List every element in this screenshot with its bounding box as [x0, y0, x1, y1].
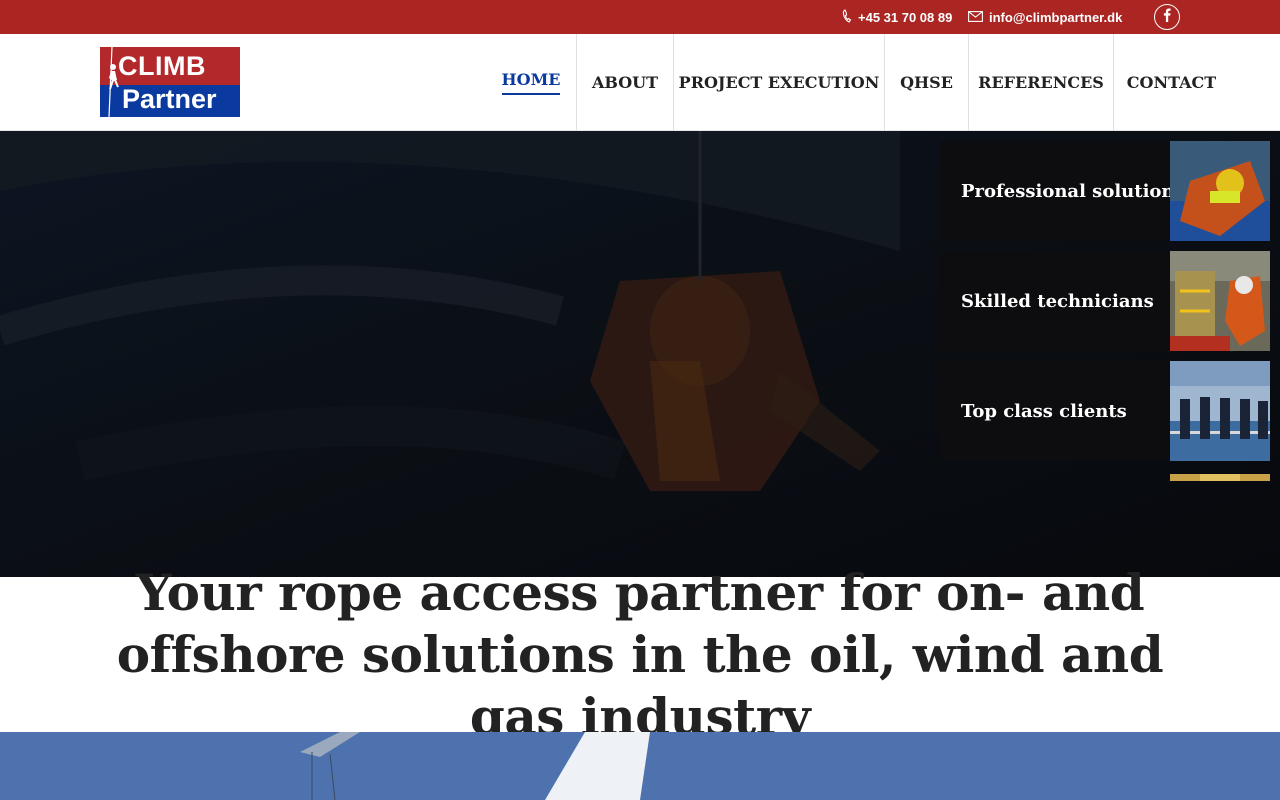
email-link[interactable]: info@climbpartner.dk — [968, 0, 1122, 34]
nav-project-execution[interactable]: PROJECT EXECUTION — [674, 34, 884, 131]
phone-icon — [842, 8, 852, 26]
hero-card-thumbnail — [1170, 251, 1270, 351]
nav-home[interactable]: HOME — [490, 34, 572, 131]
hero-card-thumbnail — [1170, 361, 1270, 461]
wind-turbine-image — [0, 732, 1280, 800]
logo[interactable]: CLIMB Partner — [100, 47, 240, 117]
envelope-icon — [968, 10, 983, 25]
hero-card-1[interactable]: Professional solutions — [940, 141, 1270, 241]
hero-card-label: Skilled technicians — [961, 290, 1154, 312]
site-header: CLIMB Partner HOME ABOUT PROJECT EXECUTI… — [0, 34, 1280, 131]
nav-references[interactable]: REFERENCES — [969, 34, 1113, 131]
nav-contact[interactable]: CONTACT — [1114, 34, 1229, 131]
hero-slider[interactable]: Professional solutions Skilled technicia… — [0, 131, 1280, 577]
logo-text-climb: CLIMB — [118, 51, 206, 81]
hero-card-label: Professional solutions — [961, 180, 1185, 202]
top-bar: +45 31 70 08 89 info@climbpartner.dk — [0, 0, 1280, 34]
logo-text-partner: Partner — [122, 84, 217, 114]
email-address: info@climbpartner.dk — [989, 9, 1123, 25]
hero-card-3[interactable]: Top class clients — [940, 361, 1270, 461]
nav-about[interactable]: ABOUT — [577, 34, 673, 131]
facebook-button[interactable] — [1154, 4, 1180, 30]
page-headline: Your rope access partner for on- and off… — [116, 562, 1164, 746]
phone-number: +45 31 70 08 89 — [858, 9, 953, 25]
headline-section: Your rope access partner for on- and off… — [0, 563, 1280, 746]
phone-link[interactable]: +45 31 70 08 89 — [842, 0, 952, 34]
hero-card-thumbnail-partial — [1170, 471, 1270, 481]
facebook-icon — [1163, 8, 1171, 27]
nav-qhse[interactable]: QHSE — [885, 34, 968, 131]
hero-card-thumbnail — [1170, 141, 1270, 241]
hero-card-label: Top class clients — [961, 400, 1127, 422]
hero-card-2[interactable]: Skilled technicians — [940, 251, 1270, 351]
